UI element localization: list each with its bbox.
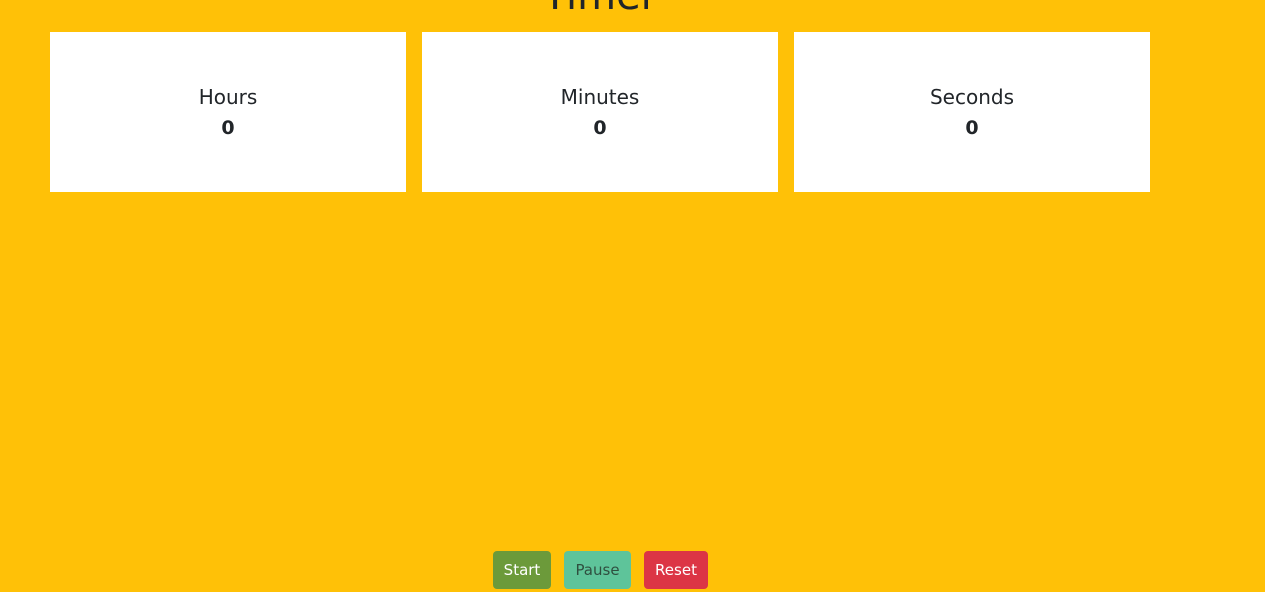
seconds-card: Seconds 0 — [794, 32, 1150, 192]
time-cards: Hours 0 Minutes 0 Seconds 0 — [50, 32, 1150, 192]
pause-button[interactable]: Pause — [564, 551, 631, 589]
seconds-label: Seconds — [929, 85, 1015, 109]
timer-controls: Start Pause Reset — [493, 551, 708, 589]
timer-page: Timer Hours 0 Minutes 0 Seconds 0 Start … — [0, 0, 1265, 592]
hours-card: Hours 0 — [50, 32, 406, 192]
start-button[interactable]: Start — [493, 551, 551, 589]
minutes-value: 0 — [593, 117, 607, 139]
hours-label: Hours — [198, 85, 258, 109]
minutes-card: Minutes 0 — [422, 32, 778, 192]
minutes-label: Minutes — [560, 85, 640, 109]
seconds-value: 0 — [965, 117, 979, 139]
page-title: Timer — [0, 0, 1200, 16]
reset-button[interactable]: Reset — [644, 551, 708, 589]
hours-value: 0 — [221, 117, 235, 139]
